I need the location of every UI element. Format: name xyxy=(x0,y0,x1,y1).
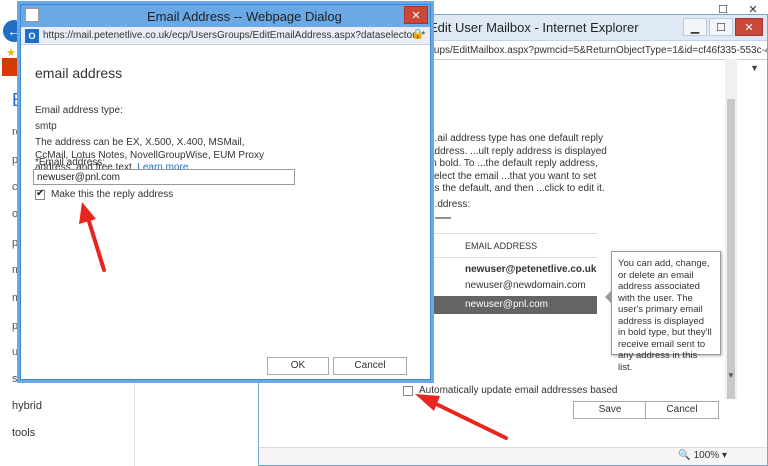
nav-item-fragment[interactable]: p xyxy=(12,237,18,249)
dialog-url: https://mail.petenetlive.co.uk/ecp/Users… xyxy=(43,30,426,41)
column-header-email-address[interactable]: EMAIL ADDRESS xyxy=(429,234,597,258)
email-address-table: EMAIL ADDRESS newuser@petenetlive.co.uk … xyxy=(429,233,597,314)
email-address-label: *Email address: xyxy=(35,157,106,168)
zoom-value: 100% xyxy=(693,450,720,461)
ie-status-bar: 🔍 100% ▾ xyxy=(259,447,767,465)
auto-update-label: Automatically update email addresses bas… xyxy=(419,385,618,396)
nav-item-fragment[interactable]: c xyxy=(12,181,18,193)
dialog-heading: email address xyxy=(35,65,123,81)
page-icon xyxy=(25,8,39,22)
table-row[interactable]: newuser@petenetlive.co.uk xyxy=(429,262,597,278)
reply-address-label: Make this the reply address xyxy=(51,189,174,200)
dialog-title-bar[interactable]: Email Address -- Webpage Dialog ✕ xyxy=(21,5,430,27)
close-button[interactable]: ✕ xyxy=(404,6,428,24)
nav-item-fragment[interactable]: o xyxy=(12,208,18,220)
save-button[interactable]: Save xyxy=(573,401,647,419)
cancel-button[interactable]: Cancel xyxy=(333,357,407,375)
dialog-body: email address Email address type: smtp T… xyxy=(21,45,430,379)
divider xyxy=(134,380,135,466)
nav-item-fragment[interactable]: p xyxy=(12,154,18,166)
email-type-label: Email address type: xyxy=(35,105,123,116)
nav-item-fragment[interactable]: s xyxy=(12,373,18,385)
close-icon[interactable]: ✕ xyxy=(735,18,763,36)
outlook-icon: O xyxy=(25,29,39,43)
maximize-icon[interactable]: ☐ xyxy=(709,18,733,36)
auto-update-row: Automatically update email addresses bas… xyxy=(403,385,617,396)
ie-window-controls: ▁ ☐ ✕ xyxy=(683,18,763,36)
auto-update-checkbox[interactable] xyxy=(403,385,413,396)
chevron-down-icon[interactable]: ▼ xyxy=(750,63,759,73)
nav-item-fragment[interactable]: p xyxy=(12,320,18,332)
ok-button[interactable]: OK xyxy=(267,357,329,375)
nav-item-fragment[interactable]: u xyxy=(12,346,18,358)
vertical-scrollbar[interactable] xyxy=(725,59,737,399)
nav-item-hybrid[interactable]: hybrid xyxy=(12,400,42,412)
email-type-value: smtp xyxy=(35,121,57,132)
dialog-title: Email Address -- Webpage Dialog xyxy=(147,9,342,24)
email-address-input[interactable] xyxy=(33,169,295,185)
reply-address-checkbox[interactable] xyxy=(35,188,45,200)
table-row-selected[interactable]: newuser@pnl.com xyxy=(429,296,597,314)
reply-address-row: Make this the reply address xyxy=(35,188,174,200)
remove-icon[interactable]: — xyxy=(435,209,451,227)
dialog-url-bar: O https://mail.petenetlive.co.uk/ecp/Use… xyxy=(21,27,430,45)
zoom-level[interactable]: 🔍 100% ▾ xyxy=(678,450,727,461)
table-row[interactable]: newuser@newdomain.com xyxy=(429,278,597,294)
minimize-icon[interactable]: ▁ xyxy=(683,18,707,36)
reply-address-description: ...ail address type has one default repl… xyxy=(429,133,607,194)
cancel-button[interactable]: Cancel xyxy=(645,401,719,419)
nav-item-tools[interactable]: tools xyxy=(12,427,35,439)
help-tooltip: You can add, change, or delete an email … xyxy=(605,251,721,373)
office-logo-icon xyxy=(2,58,22,76)
window-title: Edit User Mailbox - Internet Explorer xyxy=(429,20,639,35)
email-address-dialog: Email Address -- Webpage Dialog ✕ O http… xyxy=(20,4,431,380)
scrollbar-thumb[interactable] xyxy=(727,99,735,399)
scroll-down-arrow-icon[interactable]: ▼ xyxy=(725,371,737,383)
lock-icon: 🔒 xyxy=(411,29,424,40)
